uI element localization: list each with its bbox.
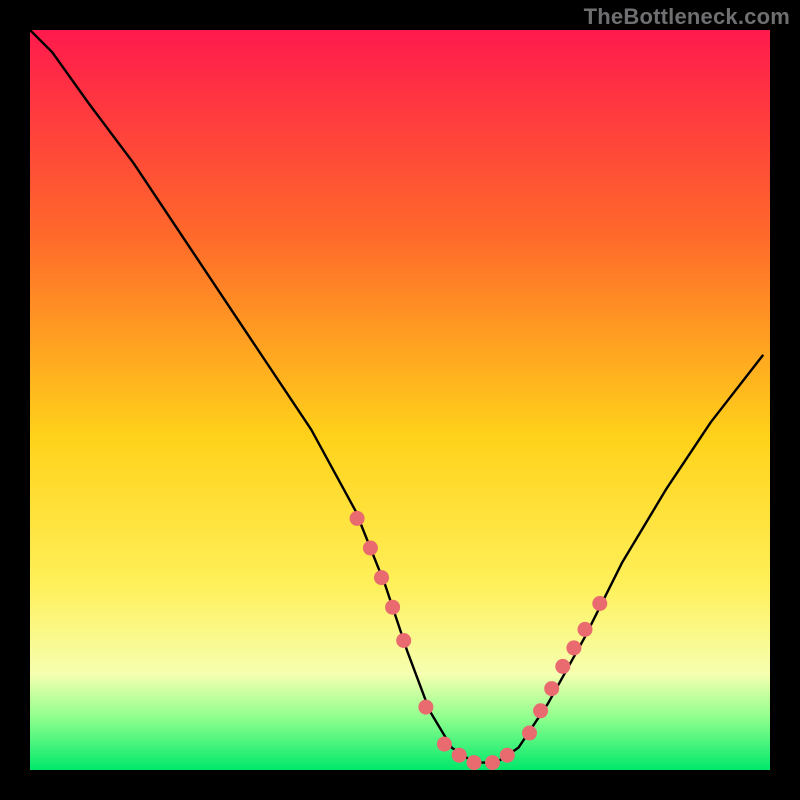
plot-area [30, 30, 770, 770]
marker-point [437, 737, 452, 752]
gradient-background [30, 30, 770, 770]
marker-point [396, 633, 411, 648]
marker-point [555, 659, 570, 674]
marker-point [522, 726, 537, 741]
marker-point [374, 570, 389, 585]
marker-point [566, 640, 581, 655]
chart-svg [0, 0, 800, 800]
marker-point [350, 511, 365, 526]
marker-point [592, 596, 607, 611]
chart-container: TheBottleneck.com [0, 0, 800, 800]
marker-point [363, 541, 378, 556]
marker-point [418, 700, 433, 715]
watermark-text: TheBottleneck.com [584, 4, 790, 30]
marker-point [452, 748, 467, 763]
marker-point [544, 681, 559, 696]
marker-point [467, 755, 482, 770]
marker-point [385, 600, 400, 615]
marker-point [533, 703, 548, 718]
marker-point [578, 622, 593, 637]
marker-point [500, 748, 515, 763]
marker-point [485, 755, 500, 770]
